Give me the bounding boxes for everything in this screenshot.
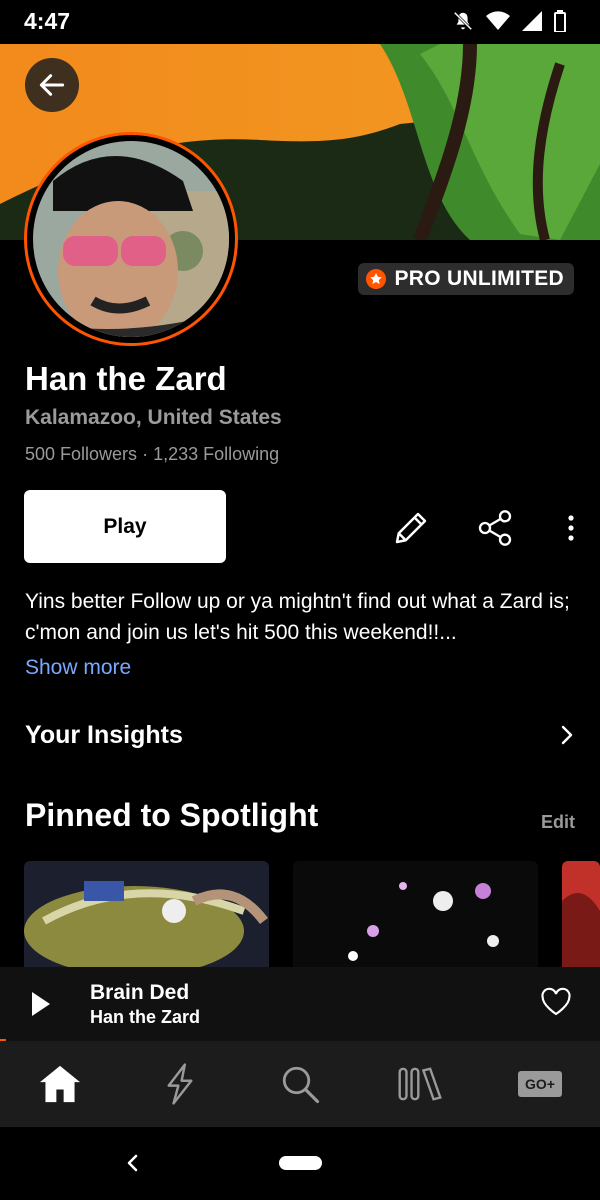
back-button[interactable] (25, 58, 79, 112)
heart-icon (541, 987, 571, 1016)
profile-location: Kalamazoo, United States (25, 406, 282, 429)
nav-go-plus[interactable]: GO+ (510, 1054, 570, 1114)
system-navigation-bar (0, 1127, 600, 1200)
like-button[interactable] (540, 987, 572, 1022)
arrow-back-icon (39, 74, 65, 96)
search-icon (282, 1066, 320, 1104)
show-more-link[interactable]: Show more (25, 656, 131, 680)
your-insights-row[interactable]: Your Insights (25, 718, 575, 752)
chevron-right-icon (561, 725, 573, 745)
track-artist: Han the Zard (90, 1007, 201, 1027)
nav-stream[interactable] (150, 1054, 210, 1114)
nav-home[interactable] (30, 1054, 90, 1114)
insights-label: Your Insights (25, 720, 183, 749)
signal-icon (522, 11, 542, 31)
status-bar: 4:47 (0, 0, 600, 44)
stream-icon (167, 1063, 193, 1105)
wifi-icon (486, 11, 510, 30)
chevron-left-icon (127, 1154, 138, 1172)
follow-stats: 500 Followers · 1,233 Following (25, 444, 279, 465)
more-options-icon (568, 515, 574, 541)
battery-icon (554, 10, 566, 32)
pro-unlimited-badge: PRO UNLIMITED (358, 263, 574, 295)
profile-avatar[interactable] (24, 132, 238, 346)
avatar (33, 141, 229, 337)
play-icon (32, 992, 50, 1016)
track-title: Brain Ded (90, 981, 190, 1004)
stats-separator: · (142, 444, 149, 464)
status-time: 4:47 (24, 8, 71, 34)
star-badge-icon (366, 269, 387, 289)
spotlight-title: Pinned to Spotlight (25, 797, 319, 833)
go-plus-icon: GO+ (518, 1071, 562, 1097)
nav-search[interactable] (270, 1054, 330, 1114)
mini-player[interactable]: Brain Ded Han the Zard (0, 967, 600, 1041)
profile-name: Han the Zard (25, 360, 227, 397)
edit-icon (395, 512, 427, 544)
badge-label: PRO UNLIMITED (394, 267, 564, 290)
spotlight-edit-button[interactable]: Edit (541, 812, 575, 833)
more-options-button[interactable] (556, 505, 586, 551)
spotlight-tile[interactable] (24, 861, 269, 971)
following-count[interactable]: 1,233 Following (153, 444, 279, 464)
profile-bio: Yins better Follow up or ya mightn't fin… (25, 590, 570, 644)
system-back-button[interactable] (124, 1151, 140, 1180)
mini-player-play-button[interactable] (28, 989, 54, 1024)
notifications-off-icon (453, 11, 473, 31)
share-icon (478, 510, 512, 546)
status-icons (452, 10, 566, 32)
bottom-navigation: GO+ (0, 1041, 600, 1127)
nav-library[interactable] (390, 1054, 450, 1114)
home-icon (40, 1065, 80, 1103)
followers-count[interactable]: 500 Followers (25, 444, 137, 464)
system-home-button[interactable] (279, 1156, 322, 1170)
share-button[interactable] (470, 505, 520, 551)
library-icon (398, 1067, 442, 1101)
edit-button[interactable] (386, 505, 436, 551)
play-button[interactable]: Play (24, 490, 226, 563)
spotlight-tile[interactable] (562, 861, 600, 971)
spotlight-tile[interactable] (293, 861, 538, 971)
